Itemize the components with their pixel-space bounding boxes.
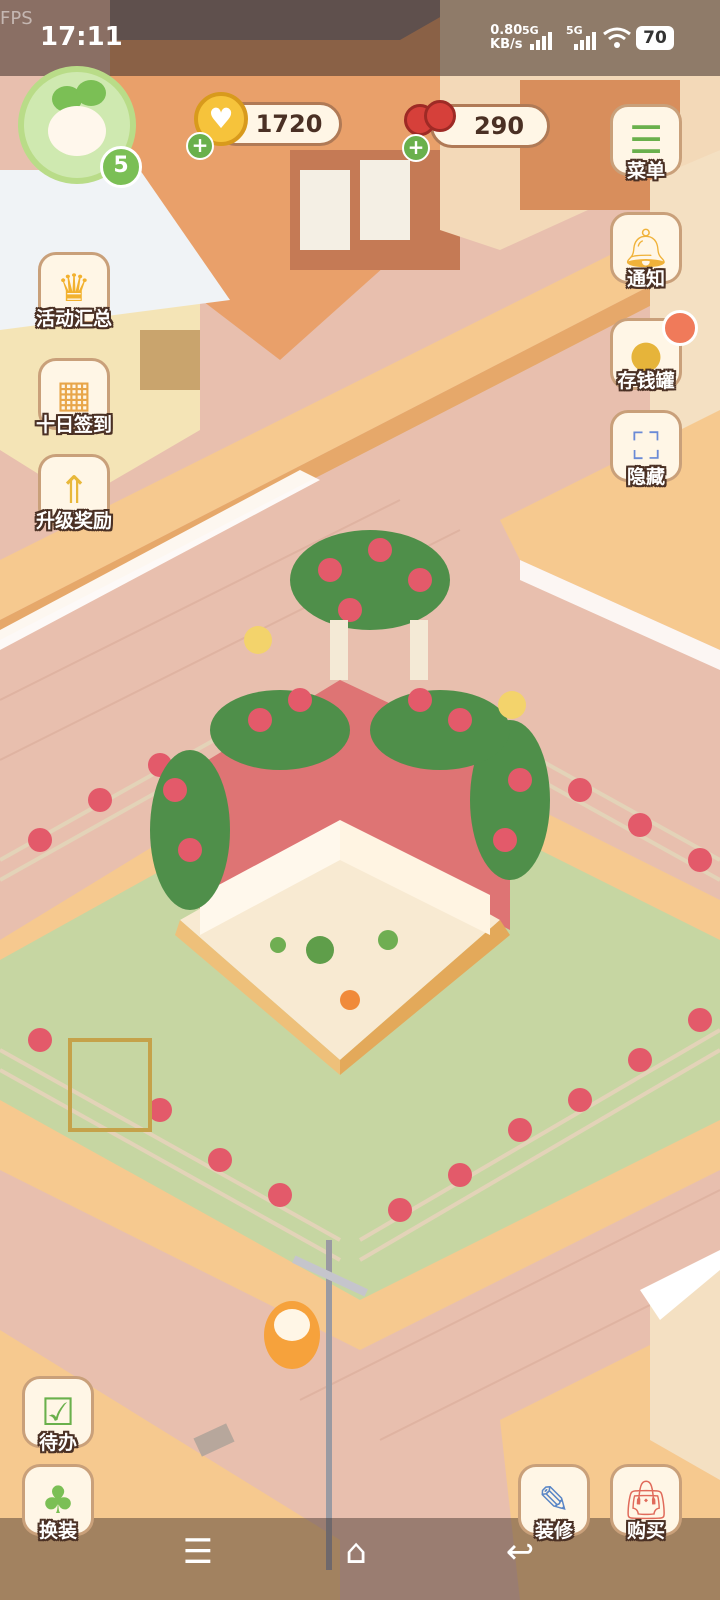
purchase-label: 购买 (626, 1520, 665, 1542)
status-bar: FPS 17:11 0.80 KB/s 5G 5G 70 (0, 0, 720, 76)
nav-home-icon[interactable]: ⌂ (326, 1532, 386, 1572)
status-time: 17:11 (40, 22, 123, 52)
add-coins-icon[interactable]: + (186, 132, 214, 160)
new-badge-icon (662, 310, 698, 346)
add-cherries-icon[interactable]: + (402, 134, 430, 162)
hide-ui-label: 隐藏 (626, 466, 665, 488)
battery-indicator: 70 (636, 26, 674, 50)
events-summary-label: 活动汇总 (35, 308, 112, 330)
upgrade-reward-label: 升级奖励 (35, 510, 112, 532)
cherry-icon (402, 94, 458, 140)
cherry-amount: 290 (473, 112, 525, 140)
todo-label: 待办 (38, 1432, 77, 1454)
network-speed-value: 0.80 (490, 23, 523, 38)
decorate-label: 装修 (534, 1520, 573, 1542)
network-speed-unit: KB/s (490, 37, 523, 52)
signal-type-label: 5G (522, 24, 539, 37)
signal-strength-icon: 5G (566, 24, 600, 52)
signal-type-label: 5G (566, 24, 583, 37)
menu-label: 菜单 (626, 160, 665, 182)
nav-menu-icon[interactable]: ☰ (168, 1532, 228, 1572)
outfit-label: 换装 (38, 1520, 77, 1542)
ten-day-checkin-label: 十日签到 (35, 414, 112, 436)
signal-strength-icon: 5G (522, 24, 556, 52)
player-level-badge: 5 (100, 146, 142, 188)
network-speed: 0.80 KB/s (490, 24, 522, 52)
notifications-label: 通知 (626, 268, 665, 290)
wifi-icon (603, 27, 631, 48)
piggy-bank-label: 存钱罐 (617, 370, 675, 392)
fps-label: FPS (0, 8, 33, 29)
